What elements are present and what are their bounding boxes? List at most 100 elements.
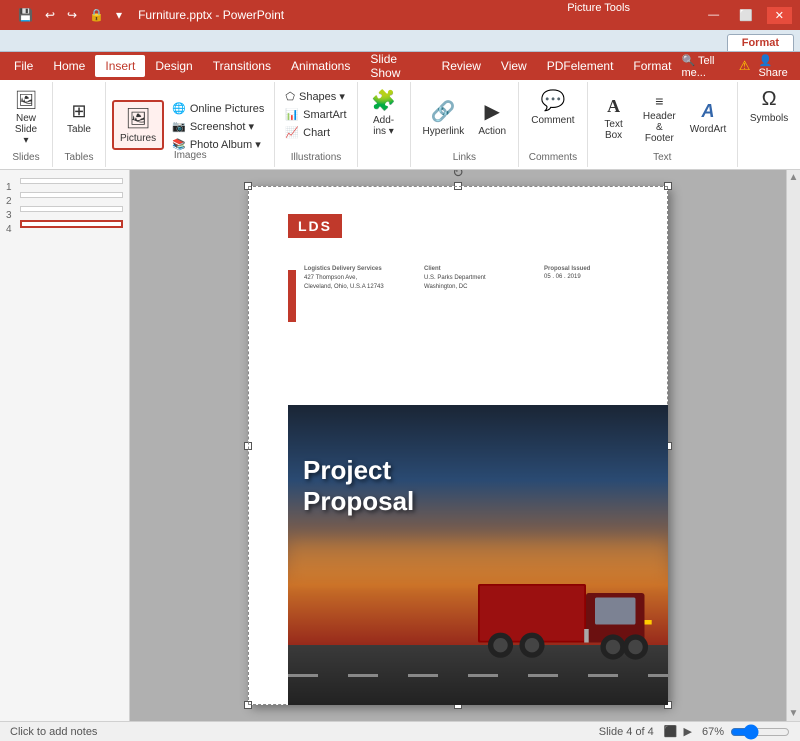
- menu-slideshow[interactable]: Slide Show: [360, 48, 431, 84]
- ribbon-group-tables: ⊞ Table Tables: [53, 82, 106, 167]
- shapes-button[interactable]: ⬠ Shapes ▾: [281, 88, 350, 105]
- images-group-label: Images: [106, 150, 274, 163]
- menu-design[interactable]: Design: [145, 55, 202, 77]
- client-label: Client: [424, 266, 528, 272]
- new-slide-button[interactable]: 🖼 NewSlide ▾: [6, 86, 46, 150]
- restore-btn[interactable]: ⬜: [733, 7, 759, 24]
- comments-group-label: Comments: [529, 152, 577, 165]
- slide-canvas[interactable]: ↻ LDS Logistics Delivery Services: [248, 186, 668, 705]
- header-footer-label: Header& Footer: [642, 111, 678, 144]
- slide-3-container: 3 01 Content: [20, 206, 123, 212]
- hyperlink-button[interactable]: 🔗 Hyperlink: [417, 95, 471, 141]
- slideshow-icon[interactable]: ▶: [684, 725, 692, 738]
- addins-button[interactable]: 🧩 Add-ins ▾: [364, 84, 404, 141]
- slide-thumb-1[interactable]: COLUMBUSSTYLISTS: [20, 178, 123, 184]
- handle-bl[interactable]: [244, 701, 252, 709]
- click-to-add-notes[interactable]: Click to add notes: [10, 726, 599, 738]
- symbols-button[interactable]: Ω Symbols: [744, 84, 794, 128]
- canvas-area: ↻ LDS Logistics Delivery Services: [130, 170, 786, 721]
- search-area: 🔍 Tell me... ⚠ 👤 Share: [681, 54, 796, 79]
- handle-ml[interactable]: [244, 442, 252, 450]
- menu-format[interactable]: Format: [623, 55, 681, 77]
- new-slide-label: NewSlide ▾: [12, 113, 40, 146]
- screenshot-button[interactable]: 📷 Screenshot ▾: [168, 118, 268, 135]
- slide-thumb-4[interactable]: LDS ProjectProposal: [20, 220, 123, 228]
- wordart-icon: A: [701, 101, 714, 122]
- slide-2-container: 2 Table of Contents: [20, 192, 123, 198]
- app-title: Furniture.pptx - PowerPoint: [138, 8, 284, 22]
- smartart-button[interactable]: 📊 SmartArt: [281, 106, 350, 123]
- pictures-icon: 🖼: [125, 106, 150, 131]
- online-pictures-label: Online Pictures: [190, 103, 265, 115]
- comment-button[interactable]: 💬 Comment: [525, 84, 580, 130]
- scroll-down-btn[interactable]: ▼: [787, 706, 800, 721]
- undo-icon[interactable]: ↩: [41, 6, 59, 24]
- quick-access-toolbar: 💾 ↩ ↪ 🔒 ▾: [8, 6, 132, 24]
- qat-dropdown-icon[interactable]: ▾: [112, 6, 126, 24]
- ribbon-group-images: 🖼 Pictures 🌐 Online Pictures 📷 Screensho…: [106, 82, 275, 167]
- menu-transitions[interactable]: Transitions: [203, 55, 281, 77]
- title-bar: 💾 ↩ ↪ 🔒 ▾ Furniture.pptx - PowerPoint Pi…: [0, 0, 800, 30]
- format-tab-section: Format: [727, 34, 796, 51]
- slide-4-number: 4: [6, 224, 12, 235]
- chart-button[interactable]: 📈 Chart: [281, 124, 350, 141]
- save-icon[interactable]: 💾: [14, 6, 37, 24]
- zoom-slider[interactable]: [730, 726, 790, 738]
- chart-label: Chart: [303, 127, 330, 139]
- scroll-up-btn[interactable]: ▲: [787, 170, 800, 185]
- illustrations-small-buttons: ⬠ Shapes ▾ 📊 SmartArt 📈 Chart: [281, 84, 350, 152]
- redo-icon[interactable]: ↪: [63, 6, 81, 24]
- action-button[interactable]: ▶ Action: [472, 95, 512, 141]
- slide-company-col: Logistics Delivery Services 427 Thompson…: [304, 266, 408, 292]
- slide-info-section: Logistics Delivery Services 427 Thompson…: [304, 266, 648, 292]
- handle-tc[interactable]: [454, 182, 462, 190]
- ribbon: 🖼 NewSlide ▾ Slides ⊞ Table Tables 🖼 Pic…: [0, 80, 800, 170]
- project-title: ProjectProposal: [303, 455, 414, 517]
- menu-review[interactable]: Review: [432, 55, 491, 77]
- truck-illustration: [478, 565, 658, 675]
- close-btn[interactable]: ✕: [767, 7, 792, 24]
- table-button[interactable]: ⊞ Table: [59, 97, 99, 139]
- handle-tr[interactable]: [664, 182, 672, 190]
- menu-view[interactable]: View: [491, 55, 537, 77]
- table-icon: ⊞: [71, 101, 86, 122]
- slide-1-container: 1 COLUMBUSSTYLISTS: [20, 178, 123, 184]
- links-group-label: Links: [453, 152, 476, 165]
- slide-thumb-2[interactable]: Table of Contents: [20, 192, 123, 198]
- lock-icon[interactable]: 🔒: [85, 6, 108, 24]
- rotate-handle[interactable]: ↻: [452, 170, 464, 181]
- client-info: U.S. Parks Department Washington, DC: [424, 274, 528, 292]
- comment-label: Comment: [531, 115, 574, 126]
- share-btn[interactable]: 👤 Share: [758, 54, 796, 79]
- online-pictures-button[interactable]: 🌐 Online Pictures: [168, 100, 268, 117]
- view-icon[interactable]: ⬛: [664, 725, 678, 738]
- handle-tl[interactable]: [244, 182, 252, 190]
- picture-tools-label: Picture Tools: [557, 0, 640, 16]
- menu-pdfelement[interactable]: PDFelement: [537, 55, 624, 77]
- tab-format[interactable]: Format: [727, 34, 794, 51]
- slides-buttons: 🖼 NewSlide ▾: [6, 84, 46, 152]
- pictures-button[interactable]: 🖼 Pictures: [112, 100, 164, 150]
- ribbon-group-comments: 💬 Comment Comments: [519, 82, 587, 167]
- slide-bottom-image: ProjectProposal: [288, 405, 668, 705]
- menu-home[interactable]: Home: [43, 55, 95, 77]
- menu-animations[interactable]: Animations: [281, 55, 360, 77]
- company-address: 427 Thompson Ave, Cleveland, Ohio, U.S.A…: [304, 274, 408, 292]
- tables-buttons: ⊞ Table: [59, 84, 99, 152]
- screenshot-icon: 📷: [172, 120, 186, 133]
- textbox-button[interactable]: A TextBox: [594, 92, 634, 145]
- menu-insert[interactable]: Insert: [95, 55, 145, 77]
- slide-3-number: 3: [6, 210, 12, 221]
- minimize-btn[interactable]: —: [702, 7, 725, 23]
- menu-bar: File Home Insert Design Transitions Anim…: [0, 52, 800, 80]
- ribbon-group-addins: 🧩 Add-ins ▾: [358, 82, 411, 167]
- slide-thumb-3[interactable]: 01 Content: [20, 206, 123, 212]
- menu-file[interactable]: File: [4, 55, 43, 77]
- tell-me-input[interactable]: 🔍 Tell me...: [681, 54, 730, 79]
- header-footer-button[interactable]: ≡ Header& Footer: [636, 89, 684, 148]
- vertical-scrollbar[interactable]: ▲ ▼: [786, 170, 800, 721]
- wordart-button[interactable]: A WordArt: [685, 97, 731, 139]
- symbols-label: Symbols: [750, 113, 788, 124]
- hyperlink-label: Hyperlink: [423, 126, 465, 137]
- screenshot-label: Screenshot ▾: [190, 120, 254, 133]
